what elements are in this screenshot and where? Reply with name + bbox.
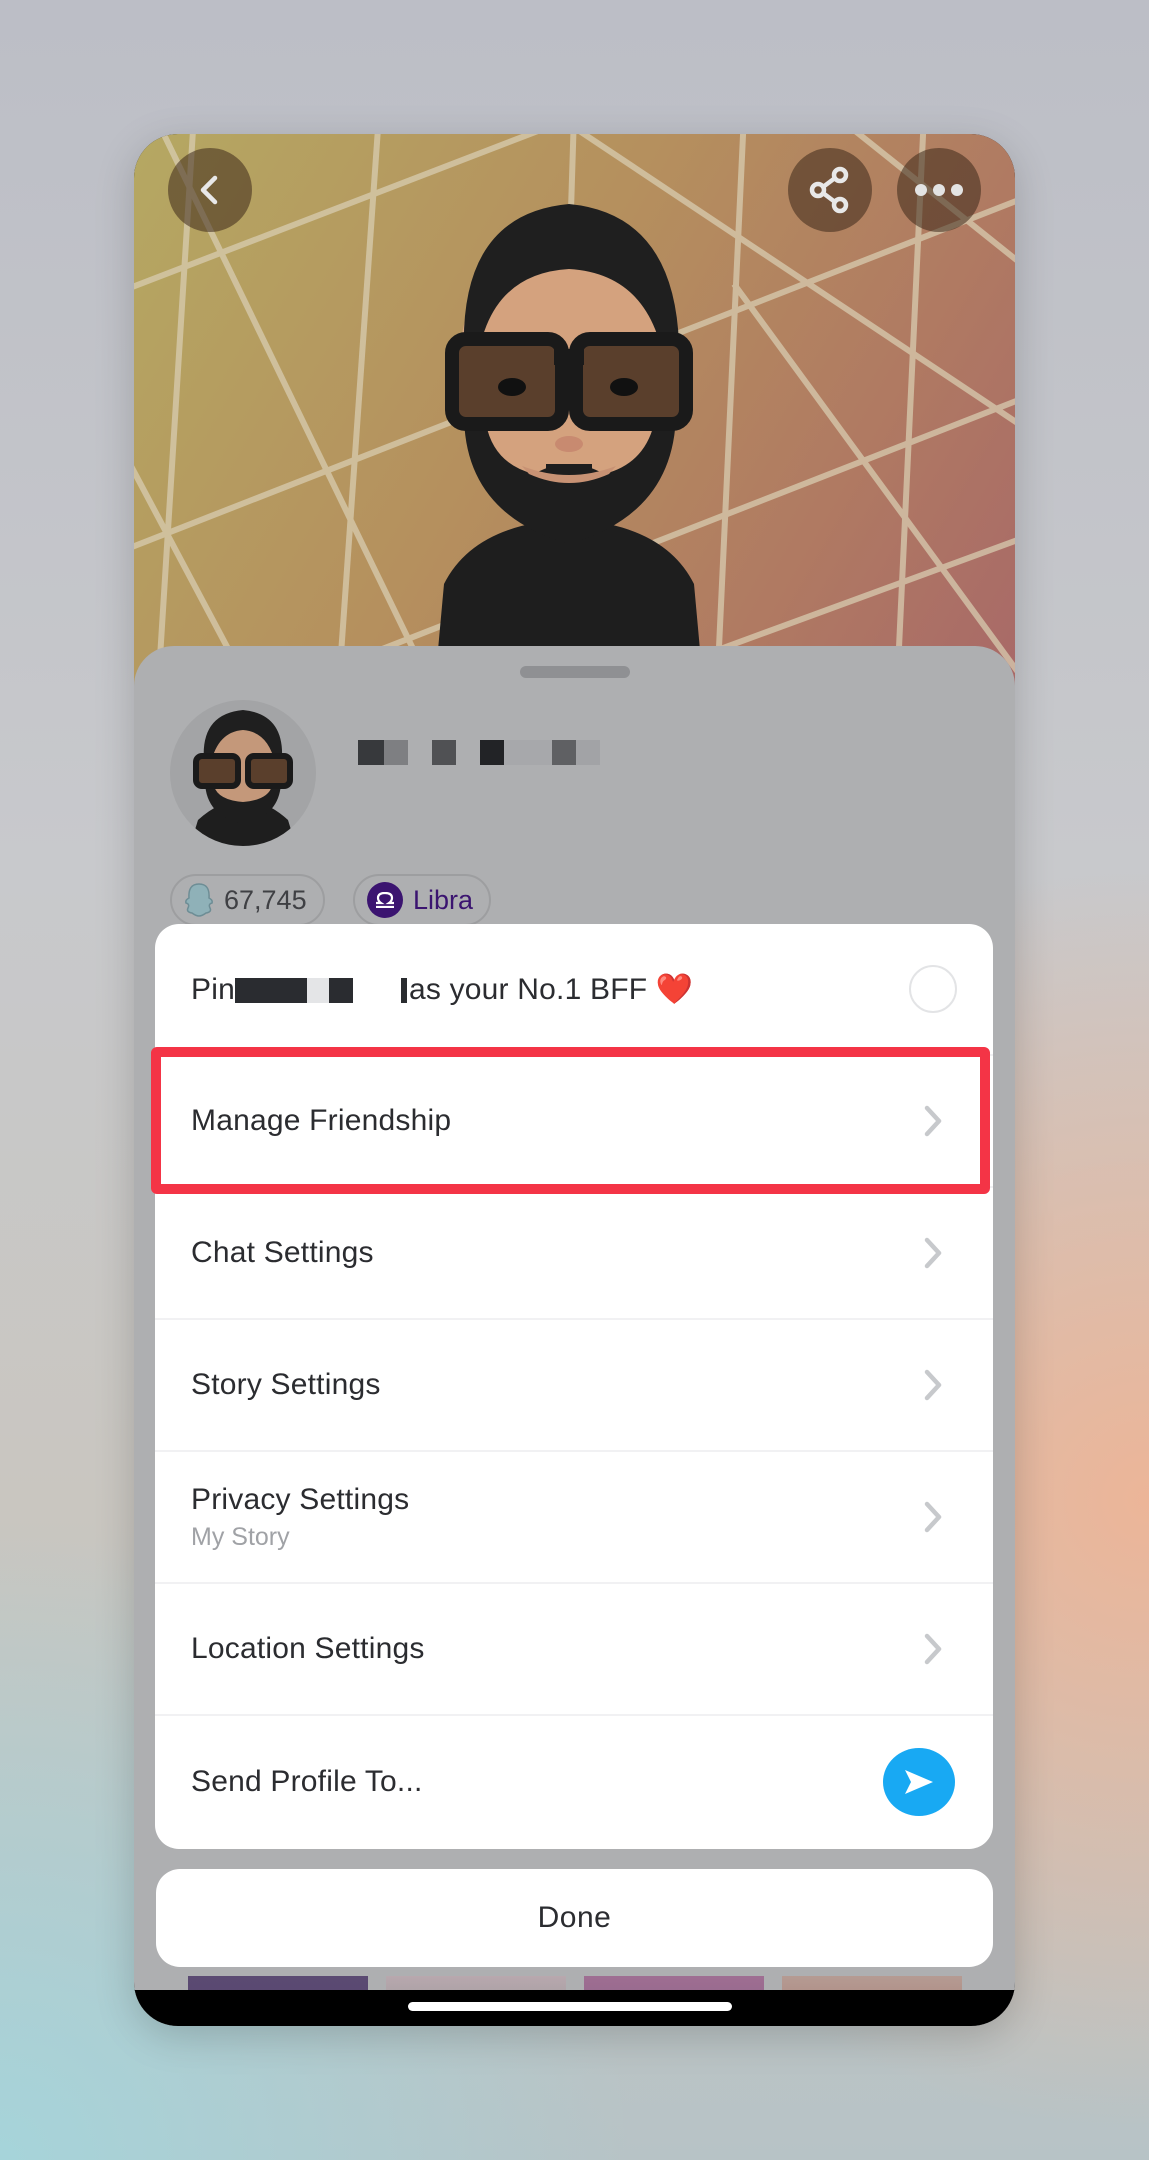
snap-ghost-icon — [185, 883, 213, 917]
profile-hero — [134, 134, 1015, 694]
bitmoji-avatar-large — [434, 204, 704, 694]
send-profile-button[interactable] — [883, 1748, 955, 1816]
chevron-right-icon — [924, 1237, 942, 1269]
zodiac-chip[interactable]: Libra — [353, 874, 492, 926]
manage-friendship-label: Manage Friendship — [191, 1104, 452, 1137]
send-profile-row[interactable]: Send Profile To... — [155, 1716, 993, 1848]
chevron-right-icon — [924, 1501, 942, 1533]
pin-bff-row[interactable]: Pin as your No.1 BFF ❤️ — [155, 924, 993, 1056]
zodiac-label: Libra — [413, 884, 474, 915]
display-name-redacted — [358, 740, 600, 765]
share-button[interactable] — [788, 148, 872, 232]
snap-score-chip[interactable]: 67,745 — [170, 874, 325, 926]
privacy-settings-sublabel: My Story — [191, 1522, 290, 1551]
name-redaction — [234, 978, 307, 1004]
send-arrow-icon — [905, 1770, 933, 1794]
snap-score-value: 67,745 — [224, 884, 307, 915]
sheet-grabber[interactable] — [520, 666, 630, 678]
bitmoji-avatar-small — [190, 710, 296, 846]
more-horizontal-icon — [915, 184, 963, 196]
chevron-right-icon — [924, 1105, 942, 1137]
send-profile-label: Send Profile To... — [191, 1765, 423, 1798]
pin-bff-toggle[interactable] — [909, 965, 957, 1013]
story-settings-row[interactable]: Story Settings — [155, 1320, 993, 1452]
libra-icon — [367, 882, 403, 918]
chat-settings-label: Chat Settings — [191, 1236, 374, 1269]
chevron-left-icon — [200, 175, 218, 205]
done-button[interactable]: Done — [156, 1869, 993, 1967]
profile-action-menu: Pin as your No.1 BFF ❤️ Manage Friendship… — [155, 924, 993, 1849]
home-indicator[interactable] — [408, 2002, 732, 2011]
chevron-right-icon — [924, 1369, 942, 1401]
share-icon — [809, 166, 849, 214]
privacy-settings-row[interactable]: Privacy Settings My Story — [155, 1452, 993, 1584]
location-settings-row[interactable]: Location Settings — [155, 1584, 993, 1716]
profile-avatar[interactable] — [170, 700, 316, 846]
manage-friendship-row[interactable]: Manage Friendship — [155, 1056, 993, 1188]
story-settings-label: Story Settings — [191, 1368, 381, 1401]
chevron-right-icon — [924, 1633, 942, 1665]
location-settings-label: Location Settings — [191, 1632, 425, 1665]
more-options-button[interactable] — [897, 148, 981, 232]
privacy-settings-label: Privacy Settings — [191, 1482, 410, 1516]
pin-bff-label: Pin as your No.1 BFF ❤️ — [191, 972, 694, 1006]
back-button[interactable] — [168, 148, 252, 232]
chat-settings-row[interactable]: Chat Settings — [155, 1188, 993, 1320]
